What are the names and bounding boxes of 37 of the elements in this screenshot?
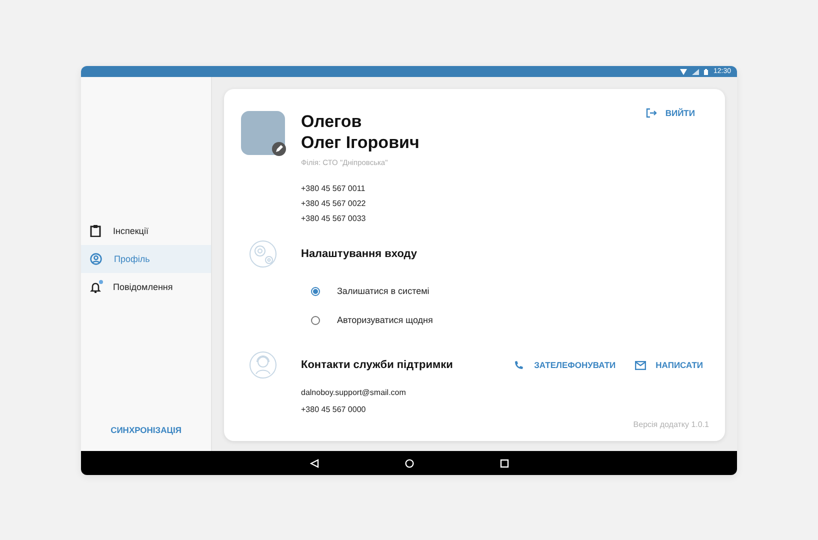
clipboard-icon xyxy=(90,225,101,237)
support-email: dalnoboy.support@smail.com xyxy=(301,388,406,397)
radio-button[interactable] xyxy=(311,316,320,324)
call-button[interactable]: ЗАТЕЛЕФОНУВАТИ xyxy=(514,360,616,370)
phone-number: +380 45 567 0022 xyxy=(301,199,367,208)
back-icon[interactable] xyxy=(310,458,318,468)
radio-option[interactable]: Авторизуватися щодня xyxy=(311,315,709,325)
support-phone: +380 45 567 0000 xyxy=(301,405,366,414)
radio-option[interactable]: Залишатися в системі xyxy=(311,286,709,296)
logout-button[interactable]: ВИЙТИ xyxy=(640,107,701,119)
full-name: Олег Ігорович xyxy=(301,132,420,153)
support-agent-icon xyxy=(249,351,277,379)
wifi-icon xyxy=(680,68,688,74)
gears-icon xyxy=(249,240,277,268)
pencil-icon[interactable] xyxy=(275,145,283,153)
home-icon[interactable] xyxy=(404,458,414,468)
bell-icon xyxy=(90,281,101,293)
radio-button[interactable] xyxy=(311,286,320,296)
sidebar-item[interactable]: Інспекції xyxy=(81,217,211,245)
phone-number: +380 45 567 0011 xyxy=(301,184,366,193)
write-button[interactable]: НАПИСАТИ xyxy=(634,360,703,370)
photo-placeholder[interactable] xyxy=(241,111,285,155)
phone-icon xyxy=(514,360,524,370)
section-title: Налаштування входу xyxy=(301,248,418,260)
envelope-icon xyxy=(634,360,646,370)
user-circle-icon xyxy=(90,253,102,265)
surname: Олегов xyxy=(301,111,363,132)
app-version: Версія додатку 1.0.1 xyxy=(633,420,709,429)
sidebar-item[interactable]: Профіль xyxy=(81,245,211,273)
sync-button[interactable]: СИНХРОНІЗАЦІЯ xyxy=(106,423,186,437)
sidebar-item[interactable]: Повідомлення xyxy=(81,273,211,301)
recents-icon[interactable] xyxy=(500,458,508,468)
section-title: Контакти служби підтримки xyxy=(301,359,453,371)
battery-icon xyxy=(704,68,708,74)
signal-icon xyxy=(692,68,700,74)
logout-icon xyxy=(646,108,658,118)
phone-number: +380 45 567 0033 xyxy=(301,214,367,223)
